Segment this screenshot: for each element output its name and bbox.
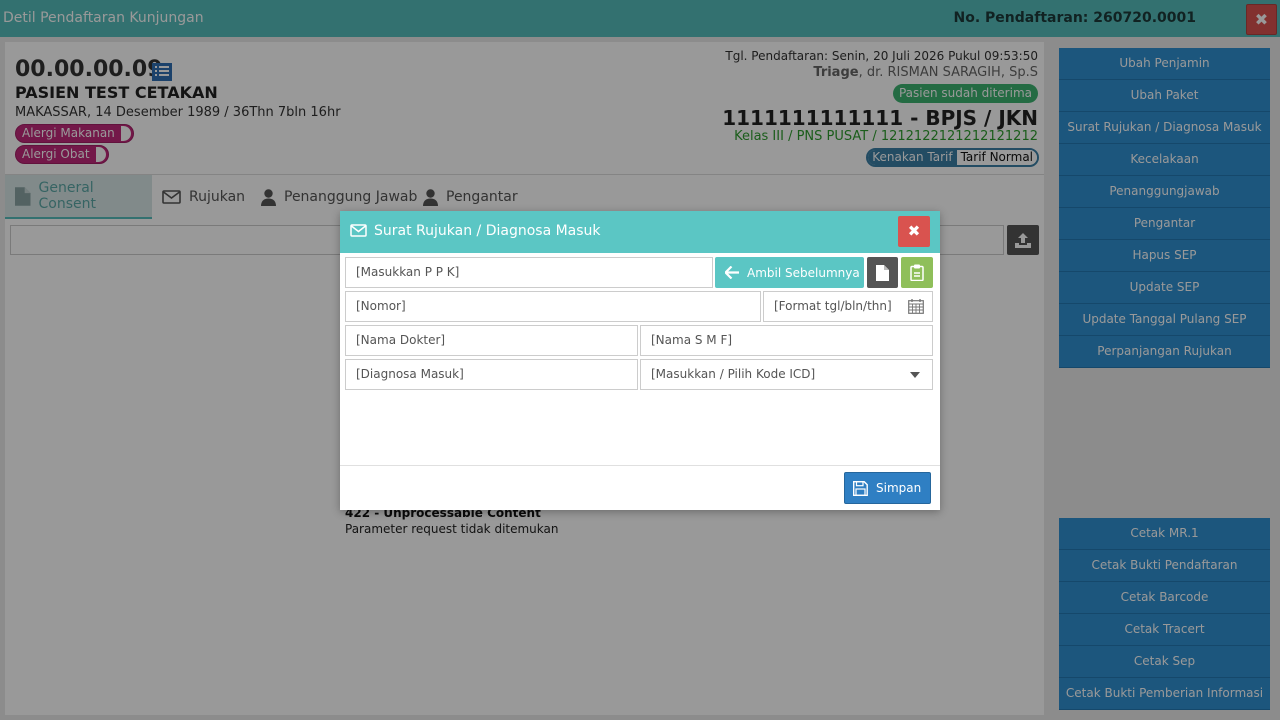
document-button[interactable]: [867, 257, 898, 288]
clipboard-button[interactable]: [901, 257, 933, 288]
modal-header: Surat Rujukan / Diagnosa Masuk ✖: [340, 211, 940, 253]
modal-title: Surat Rujukan / Diagnosa Masuk: [374, 223, 601, 239]
tanggal-placeholder: [Format tgl/bln/thn]: [774, 299, 892, 313]
modal-divider: [340, 465, 940, 466]
ppk-input[interactable]: [Masukkan P P K]: [345, 257, 713, 288]
icd-placeholder: [Masukkan / Pilih Kode ICD]: [651, 367, 816, 381]
ambil-sebelumnya-button[interactable]: Ambil Sebelumnya: [715, 257, 864, 288]
modal-close-button[interactable]: ✖: [898, 216, 930, 247]
save-label: Simpan: [876, 481, 922, 495]
save-button[interactable]: Simpan: [844, 472, 931, 504]
save-icon: [853, 480, 868, 496]
clipboard-icon: [910, 264, 924, 281]
ambil-sebelumnya-label: Ambil Sebelumnya: [747, 265, 860, 280]
file-icon: [876, 264, 889, 281]
nomor-input[interactable]: [Nomor]: [345, 291, 761, 322]
diagnosa-input[interactable]: [Diagnosa Masuk]: [345, 359, 638, 390]
calendar-icon[interactable]: [908, 299, 924, 314]
icd-select[interactable]: [Masukkan / Pilih Kode ICD]: [640, 359, 933, 390]
chevron-down-icon: [910, 372, 920, 378]
nama-smf-input[interactable]: [Nama S M F]: [640, 325, 933, 356]
envelope-icon: [350, 224, 367, 237]
arrow-left-icon: [725, 266, 739, 279]
referral-modal: Surat Rujukan / Diagnosa Masuk ✖ [Masukk…: [340, 211, 940, 510]
nama-dokter-input[interactable]: [Nama Dokter]: [345, 325, 638, 356]
tanggal-input[interactable]: [Format tgl/bln/thn]: [763, 291, 933, 322]
